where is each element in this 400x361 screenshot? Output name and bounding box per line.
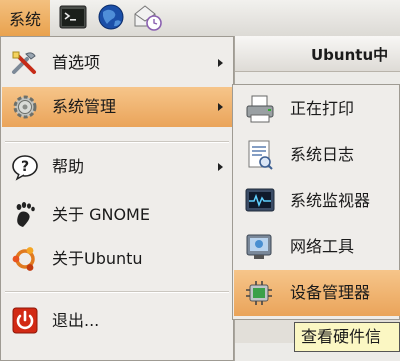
logout-power-icon	[12, 307, 38, 334]
submenu-arrow-icon	[218, 103, 223, 111]
device-manager-icon	[246, 281, 272, 305]
submenu-arrow-icon	[218, 59, 223, 67]
top-panel: 系统	[0, 0, 400, 37]
submenu-item-label: 正在打印	[290, 99, 355, 118]
submenu-item-network-tools[interactable]: 网络工具	[234, 224, 400, 270]
menu-item-preferences[interactable]: 首选项	[2, 43, 233, 83]
administration-gear-icon	[13, 95, 37, 119]
menu-item-about-ubuntu[interactable]: 关于Ubuntu	[2, 239, 233, 279]
menu-separator	[5, 141, 229, 143]
submenu-item-device-manager[interactable]: 设备管理器	[234, 270, 400, 316]
menu-item-administration[interactable]: 系统管理	[2, 87, 233, 127]
menu-item-label: 首选项	[52, 53, 101, 72]
submenu-item-printing[interactable]: 正在打印	[234, 86, 400, 132]
menu-item-label: 帮助	[52, 157, 85, 176]
preferences-icon	[12, 51, 36, 74]
menu-item-about-gnome[interactable]: 关于 GNOME	[2, 195, 233, 235]
menu-item-label: 关于Ubuntu	[52, 249, 143, 268]
submenu-item-label: 设备管理器	[290, 283, 371, 302]
help-icon: ?	[12, 155, 38, 181]
terminal-icon[interactable]	[58, 2, 88, 32]
menu-item-help[interactable]: ? 帮助	[2, 147, 233, 187]
menu-item-logout[interactable]: 退出...	[2, 301, 233, 341]
menu-item-label: 退出...	[52, 311, 100, 330]
administration-submenu: 正在打印 系统日志 系统监视器 网络工具 设备管理器	[232, 84, 400, 320]
menu-item-label: 系统管理	[52, 97, 117, 116]
mail-clock-icon[interactable]	[132, 2, 162, 32]
submenu-item-label: 网络工具	[290, 237, 355, 256]
submenu-item-label: 系统日志	[290, 145, 355, 164]
submenu-item-label: 系统监视器	[290, 191, 371, 210]
printer-icon	[246, 95, 274, 123]
menu-separator	[5, 291, 229, 293]
system-menu-button[interactable]: 系统	[0, 0, 50, 36]
submenu-arrow-icon	[218, 163, 223, 171]
gnome-foot-icon	[16, 202, 35, 227]
system-menu: 首选项 系统管理 ? 帮助 关于 GNOME 关于Ubuntu 退出...	[0, 36, 234, 361]
submenu-item-system-log[interactable]: 系统日志	[234, 132, 400, 178]
browser-globe-icon[interactable]	[96, 2, 126, 32]
svg-text:?: ?	[21, 159, 29, 175]
system-monitor-icon	[245, 188, 275, 212]
menu-item-label: 关于 GNOME	[52, 205, 150, 224]
system-log-icon	[248, 140, 273, 170]
network-tools-icon	[246, 234, 272, 259]
tooltip: 查看硬件信	[294, 322, 400, 352]
submenu-item-system-monitor[interactable]: 系统监视器	[234, 178, 400, 224]
ubuntu-logo-icon	[12, 247, 35, 271]
background-window-title: Ubuntu中	[235, 36, 400, 72]
